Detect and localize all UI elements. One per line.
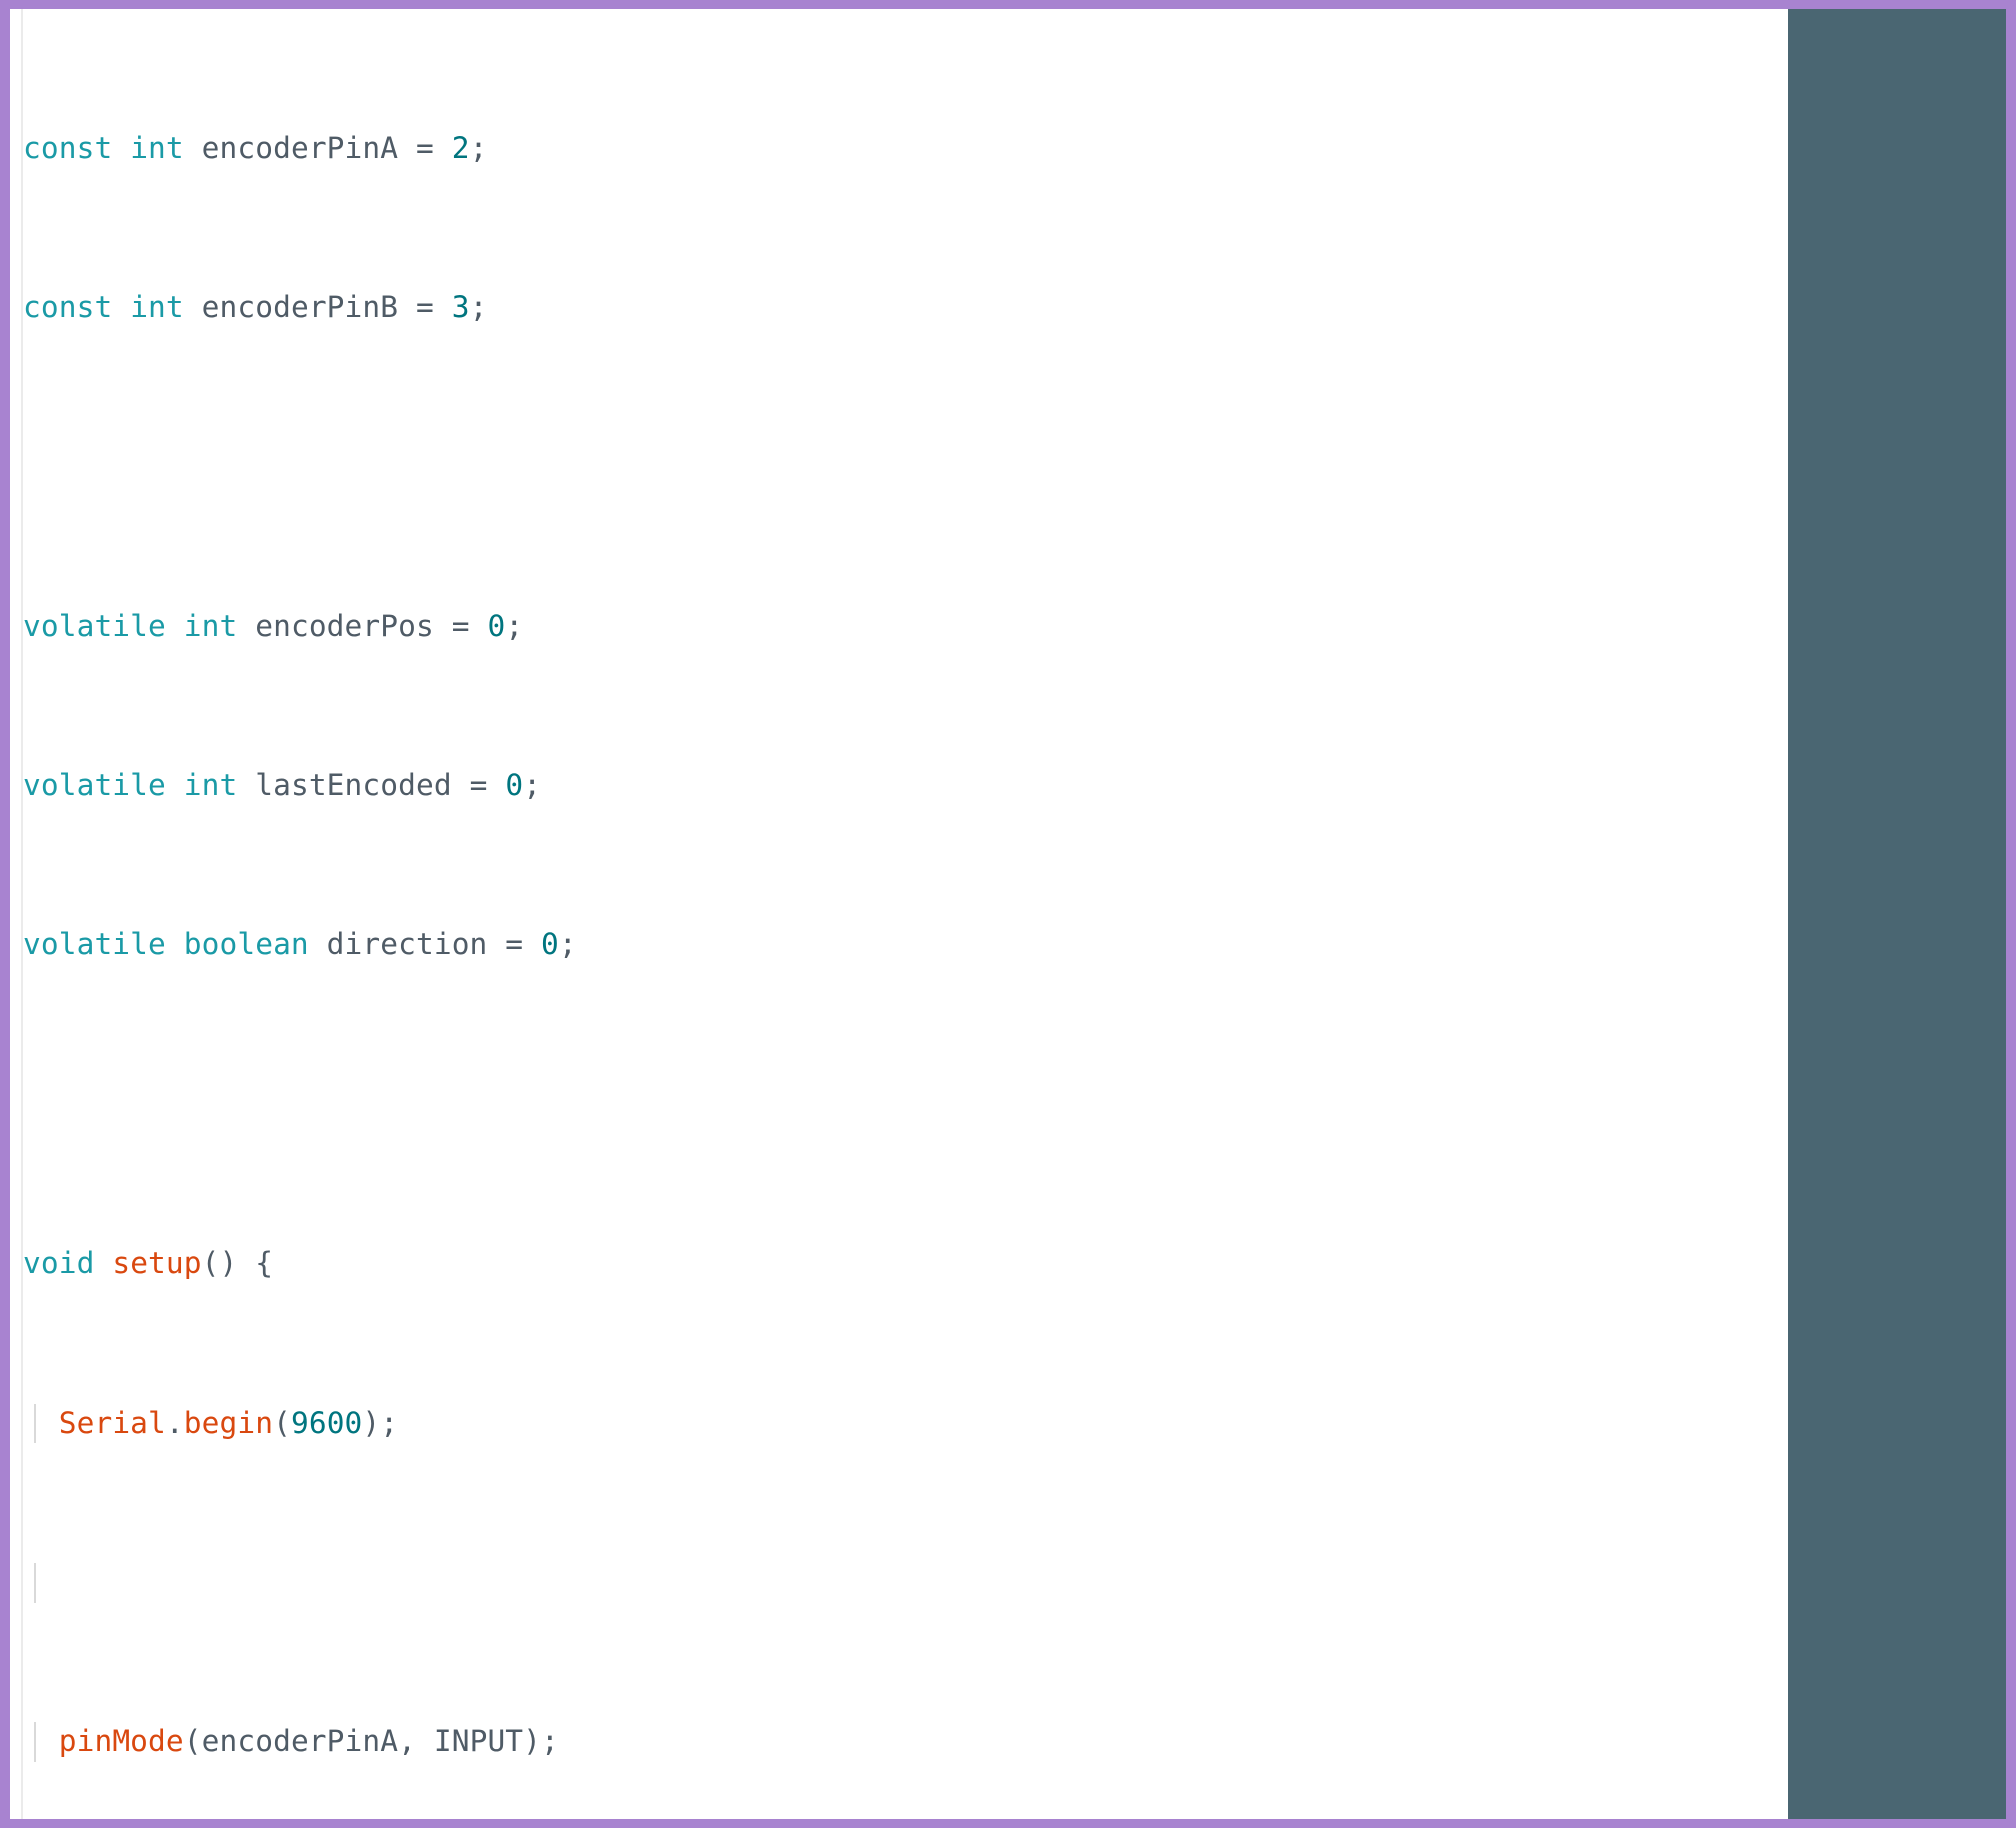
source-code-block[interactable]: const int encoderPinA = 2; const int enc… bbox=[10, 9, 1452, 1819]
code-line: Serial.begin(9600); bbox=[10, 1403, 1452, 1444]
code-line: const int encoderPinA = 2; bbox=[23, 130, 488, 165]
right-side-panel bbox=[1788, 9, 2006, 1819]
code-editor-surface[interactable]: const int encoderPinA = 2; const int enc… bbox=[10, 9, 1778, 1819]
code-line: volatile int encoderPos = 0; bbox=[23, 608, 524, 643]
code-line: const int encoderPinB = 3; bbox=[23, 289, 488, 324]
code-line: void setup() { bbox=[23, 1246, 274, 1281]
code-line-blank bbox=[10, 1562, 1452, 1603]
code-line: pinMode(encoderPinA, INPUT); bbox=[10, 1722, 1452, 1763]
code-line: volatile int lastEncoded = 0; bbox=[23, 768, 542, 803]
code-screenshot: const int encoderPinA = 2; const int enc… bbox=[0, 0, 2016, 1828]
code-line: volatile boolean direction = 0; bbox=[23, 927, 577, 962]
